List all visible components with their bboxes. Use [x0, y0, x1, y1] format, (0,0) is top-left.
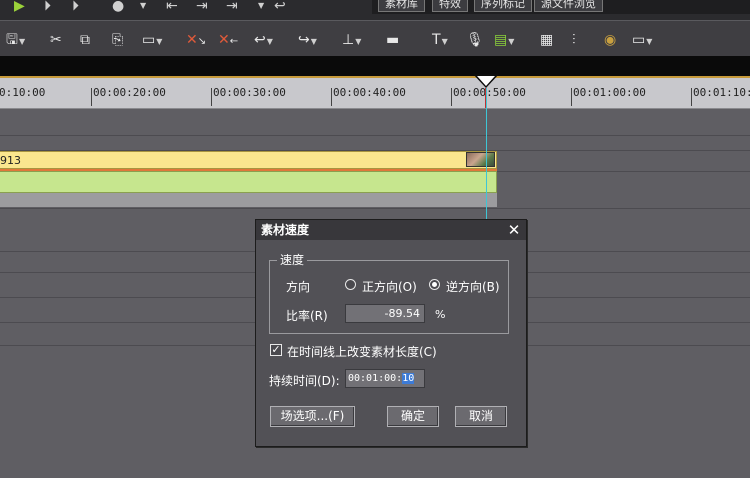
play-in-out-icon[interactable]: ⏵ — [44, 0, 51, 13]
change-length-label[interactable]: 在时间线上改变素材长度(C) — [287, 343, 437, 360]
dialog-title: 素材速度 — [256, 220, 526, 240]
ruler-tick — [451, 88, 452, 106]
paste-icon[interactable]: ⎘ — [112, 31, 123, 49]
grid-icon[interactable]: ▦ — [540, 31, 553, 49]
forward-radio-label[interactable]: 正方向(O) — [362, 278, 417, 295]
duration-input[interactable]: 00:01:00:10 — [345, 369, 425, 388]
ruler-label: 00:00:20:00 — [93, 86, 166, 99]
close-icon[interactable]: ✕ — [505, 221, 523, 239]
panel-tabs: 素材库 特效 序列标记 源文件浏览 — [372, 0, 750, 14]
export-icon[interactable]: ▤▼ — [494, 31, 514, 49]
delete-icon[interactable]: ✕← — [218, 31, 238, 49]
ruler-tick — [211, 88, 212, 106]
undo-icon[interactable]: ↩▼ — [254, 31, 273, 49]
tab-asset-library[interactable]: 素材库 — [378, 0, 425, 12]
change-length-checkbox[interactable]: ✓ — [270, 344, 282, 356]
chevron-down-icon[interactable]: ▼ — [140, 0, 146, 12]
set-out-icon[interactable]: ⇥ — [226, 0, 238, 13]
tab-sequence-markers[interactable]: 序列标记 — [474, 0, 532, 12]
forward-radio[interactable] — [345, 279, 356, 290]
ruler-tick — [691, 88, 692, 106]
window-icon[interactable]: ▭▼ — [632, 31, 652, 49]
rate-label: 比率(R) — [286, 309, 328, 323]
ruler-label: 0:10:00 — [0, 86, 46, 99]
mixer-icon[interactable]: ⫶ — [572, 31, 576, 49]
field-options-button[interactable]: 场选项...(F) — [270, 406, 355, 427]
duration-prefix: 00:01:00: — [348, 373, 403, 384]
transport-bar: ▶ ⏵ ⏵ ● ▼ ⇤ ⇥ ⇥ ▼ ↩ 素材库 特效 序列标记 源文件浏览 — [0, 0, 750, 20]
rate-unit: % — [435, 308, 446, 321]
ruler-label: 00:01:10:0 — [693, 86, 750, 99]
timeline-toolbar: 🖫▼ ✂ ⧉ ⎘ ▭▼ ✕↘ ✕← ↩▼ ↪▼ ⊥▼ ▬ T▼ 🎙 ▤▼ ▦ ⫶… — [0, 20, 750, 57]
duration-selection: 10 — [402, 373, 415, 384]
clip-speed-dialog: 素材速度 ✕ 速度 方向 正方向(O) 逆方向(B) 比率(R) -89.54 … — [255, 219, 527, 447]
jump-icon[interactable]: ↩ — [274, 0, 286, 13]
ruler-label: 00:00:40:00 — [333, 86, 406, 99]
tab-source-browser[interactable]: 源文件浏览 — [534, 0, 603, 12]
replace-icon[interactable]: ▭▼ — [142, 31, 162, 49]
speed-group-label: 速度 — [277, 251, 308, 268]
reverse-radio-label[interactable]: 逆方向(B) — [446, 278, 500, 295]
set-mark-icon[interactable]: ⇥ — [196, 0, 208, 13]
chevron-down-icon[interactable]: ▼ — [258, 0, 264, 12]
clip-thumbnail — [466, 152, 495, 167]
mute-icon[interactable]: ▬ — [386, 31, 399, 49]
track-row[interactable] — [0, 109, 750, 136]
playhead-handle-inner — [477, 76, 495, 86]
track-row[interactable] — [0, 136, 750, 151]
audio-clip[interactable] — [0, 171, 497, 193]
ruler-tick — [91, 88, 92, 106]
video-clip[interactable]: 913 — [0, 151, 497, 169]
duration-label: 持续时间(D): — [269, 374, 340, 388]
direction-label: 方向 — [286, 280, 311, 294]
play-icon[interactable]: ▶ — [14, 0, 25, 13]
rate-input[interactable]: -89.54 — [345, 304, 425, 323]
loop-icon[interactable]: ⏵ — [72, 0, 79, 13]
save-icon[interactable]: 🖫▼ — [6, 31, 25, 49]
ruler-label: 00:01:00:00 — [573, 86, 646, 99]
track-header-strip — [0, 56, 750, 76]
record-icon[interactable]: ● — [112, 0, 124, 13]
audio-waveform-area — [0, 193, 497, 207]
set-in-icon[interactable]: ⇤ — [166, 0, 178, 13]
ruler-label: 00:00:30:00 — [213, 86, 286, 99]
cancel-button[interactable]: 取消 — [455, 406, 507, 427]
clip-label: 913 — [0, 154, 21, 167]
text-icon[interactable]: T▼ — [432, 31, 448, 49]
ruler-tick — [331, 88, 332, 106]
playhead-line[interactable] — [486, 88, 487, 223]
tab-effects[interactable]: 特效 — [432, 0, 468, 12]
copy-icon[interactable]: ⧉ — [80, 31, 90, 49]
mic-icon[interactable]: 🎙 — [466, 31, 484, 49]
color-icon[interactable]: ◉ — [604, 31, 616, 49]
reverse-radio[interactable] — [429, 279, 440, 290]
split-icon[interactable]: ⊥▼ — [342, 31, 361, 49]
ok-button[interactable]: 确定 — [387, 406, 439, 427]
ruler-tick — [571, 88, 572, 106]
playhead-marker — [485, 88, 486, 108]
delete-ripple-icon[interactable]: ✕↘ — [186, 31, 206, 49]
cut-icon[interactable]: ✂ — [50, 31, 62, 49]
time-ruler[interactable]: 0:10:00 00:00:20:00 00:00:30:00 00:00:40… — [0, 78, 750, 109]
redo-icon[interactable]: ↪▼ — [298, 31, 317, 49]
